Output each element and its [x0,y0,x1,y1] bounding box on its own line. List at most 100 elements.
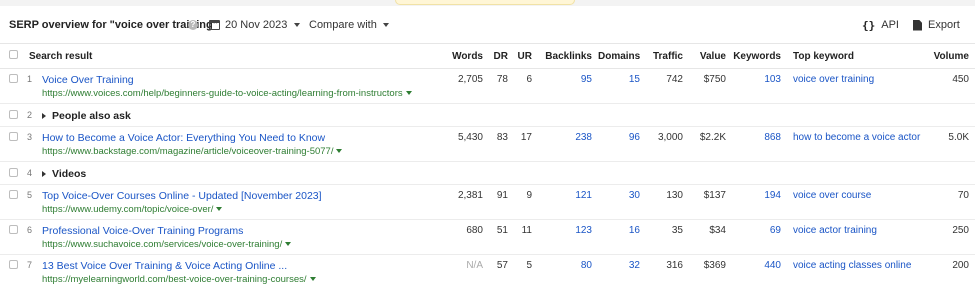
domains-link[interactable]: 16 [598,219,646,255]
col-keywords[interactable]: Keywords [732,45,787,69]
result-url[interactable]: https://www.voices.com/help/beginners-gu… [42,88,441,99]
table-row: 7 13 Best Voice Over Training & Voice Ac… [0,254,975,284]
row-checkbox[interactable] [9,189,18,199]
url-text[interactable]: https://www.backstage.com/magazine/artic… [42,146,333,157]
expand-triangle-icon[interactable] [42,170,46,177]
keywords-link[interactable]: 194 [732,184,787,220]
domains-link[interactable]: 30 [598,184,646,220]
words-cell: 2,705 [447,68,489,104]
url-dropdown-icon[interactable] [309,276,316,281]
volume-cell: 200 [920,254,975,284]
url-text[interactable]: https://myelearningworld.com/best-voice-… [42,274,307,284]
result-url[interactable]: https://www.backstage.com/magazine/artic… [42,146,441,157]
row-number: 7 [22,254,42,284]
backlinks-link[interactable]: 123 [538,219,598,255]
col-search-result[interactable]: Search result [22,45,447,69]
result-title-link[interactable]: Professional Voice-Over Training Program… [42,225,441,237]
dr-cell: 57 [489,254,514,284]
result-url[interactable]: https://myelearningworld.com/best-voice-… [42,274,441,284]
group-row[interactable]: 4 Videos [0,161,975,185]
export-button[interactable]: Export [913,17,960,33]
backlinks-link[interactable]: 121 [538,184,598,220]
row-checkbox[interactable] [9,259,18,269]
group-row[interactable]: 2 People also ask [0,103,975,127]
top-keyword-link[interactable]: how to become a voice actor [787,126,920,162]
traffic-cell: 130 [646,184,689,220]
backlinks-link[interactable]: 95 [538,68,598,104]
result-title-link[interactable]: Voice Over Training [42,74,441,86]
row-checkbox[interactable] [9,224,18,234]
table-row: 1 Voice Over Training https://www.voices… [0,68,975,104]
domains-link[interactable]: 15 [598,68,646,104]
value-cell: $34 [689,219,732,255]
dr-cell: 78 [489,68,514,104]
traffic-cell: 742 [646,68,689,104]
result-title-link[interactable]: How to Become a Voice Actor: Everything … [42,132,441,144]
url-text[interactable]: https://www.voices.com/help/beginners-gu… [42,88,403,99]
col-dr[interactable]: DR [489,45,514,69]
export-label: Export [928,19,960,31]
ur-cell: 5 [514,254,538,284]
keywords-link[interactable]: 868 [732,126,787,162]
result-url[interactable]: https://www.suchavoice.com/services/voic… [42,239,441,250]
compare-with-dropdown[interactable]: Compare with [309,17,389,33]
url-dropdown-icon[interactable] [336,148,343,153]
row-number: 6 [22,219,42,255]
domains-link[interactable]: 32 [598,254,646,284]
row-checkbox[interactable] [9,131,18,141]
question-circle-icon[interactable]: ? [188,20,198,30]
keywords-link[interactable]: 440 [732,254,787,284]
row-number: 4 [22,161,42,185]
col-value[interactable]: Value [689,45,732,69]
url-dropdown-icon[interactable] [405,90,412,95]
url-text[interactable]: https://www.udemy.com/topic/voice-over/ [42,204,213,215]
domains-link[interactable]: 96 [598,126,646,162]
row-number: 2 [22,103,42,127]
dr-cell: 51 [489,219,514,255]
volume-cell: 250 [920,219,975,255]
url-dropdown-icon[interactable] [216,206,223,211]
top-keyword-link[interactable]: voice over course [787,184,920,220]
traffic-cell: 316 [646,254,689,284]
top-keyword-link[interactable]: voice over training [787,68,920,104]
table-header-row: Search result Words DR UR Backlinks Doma… [0,45,975,69]
backlinks-link[interactable]: 80 [538,254,598,284]
url-dropdown-icon[interactable] [285,241,292,246]
col-top-keyword[interactable]: Top keyword [787,45,920,69]
col-domains[interactable]: Domains [598,45,646,69]
words-cell: 5,430 [447,126,489,162]
traffic-cell: 35 [646,219,689,255]
volume-cell: 5.0K [920,126,975,162]
keywords-link[interactable]: 69 [732,219,787,255]
row-checkbox[interactable] [9,167,18,177]
col-ur[interactable]: UR [514,45,538,69]
notification-pill[interactable] [395,0,575,5]
url-text[interactable]: https://www.suchavoice.com/services/voic… [42,239,282,250]
date-picker[interactable]: 20 Nov 2023 [209,17,301,33]
words-cell: 680 [447,219,489,255]
col-traffic[interactable]: Traffic [646,45,689,69]
backlinks-link[interactable]: 238 [538,126,598,162]
top-keyword-link[interactable]: voice actor training [787,219,920,255]
group-label[interactable]: People also ask [52,110,131,122]
result-url[interactable]: https://www.udemy.com/topic/voice-over/ [42,204,441,215]
col-words[interactable]: Words [447,45,489,69]
compare-label: Compare with [309,19,377,31]
top-keyword-link[interactable]: voice acting classes online [787,254,920,284]
code-braces-icon: {} [862,18,876,32]
row-checkbox[interactable] [9,109,18,119]
dr-cell: 83 [489,126,514,162]
col-volume[interactable]: Volume [920,45,975,69]
date-label: 20 Nov 2023 [225,19,288,31]
expand-triangle-icon[interactable] [42,112,46,119]
row-checkbox[interactable] [9,73,18,83]
keywords-link[interactable]: 103 [732,68,787,104]
col-backlinks[interactable]: Backlinks [538,45,598,69]
result-title-link[interactable]: Top Voice-Over Courses Online - Updated … [42,190,441,202]
serp-table: Search result Words DR UR Backlinks Doma… [0,45,975,284]
ur-cell: 6 [514,68,538,104]
group-label[interactable]: Videos [52,168,86,180]
select-all-checkbox[interactable] [9,50,18,60]
api-button[interactable]: {} API [862,17,899,33]
result-title-link[interactable]: 13 Best Voice Over Training & Voice Acti… [42,260,441,272]
